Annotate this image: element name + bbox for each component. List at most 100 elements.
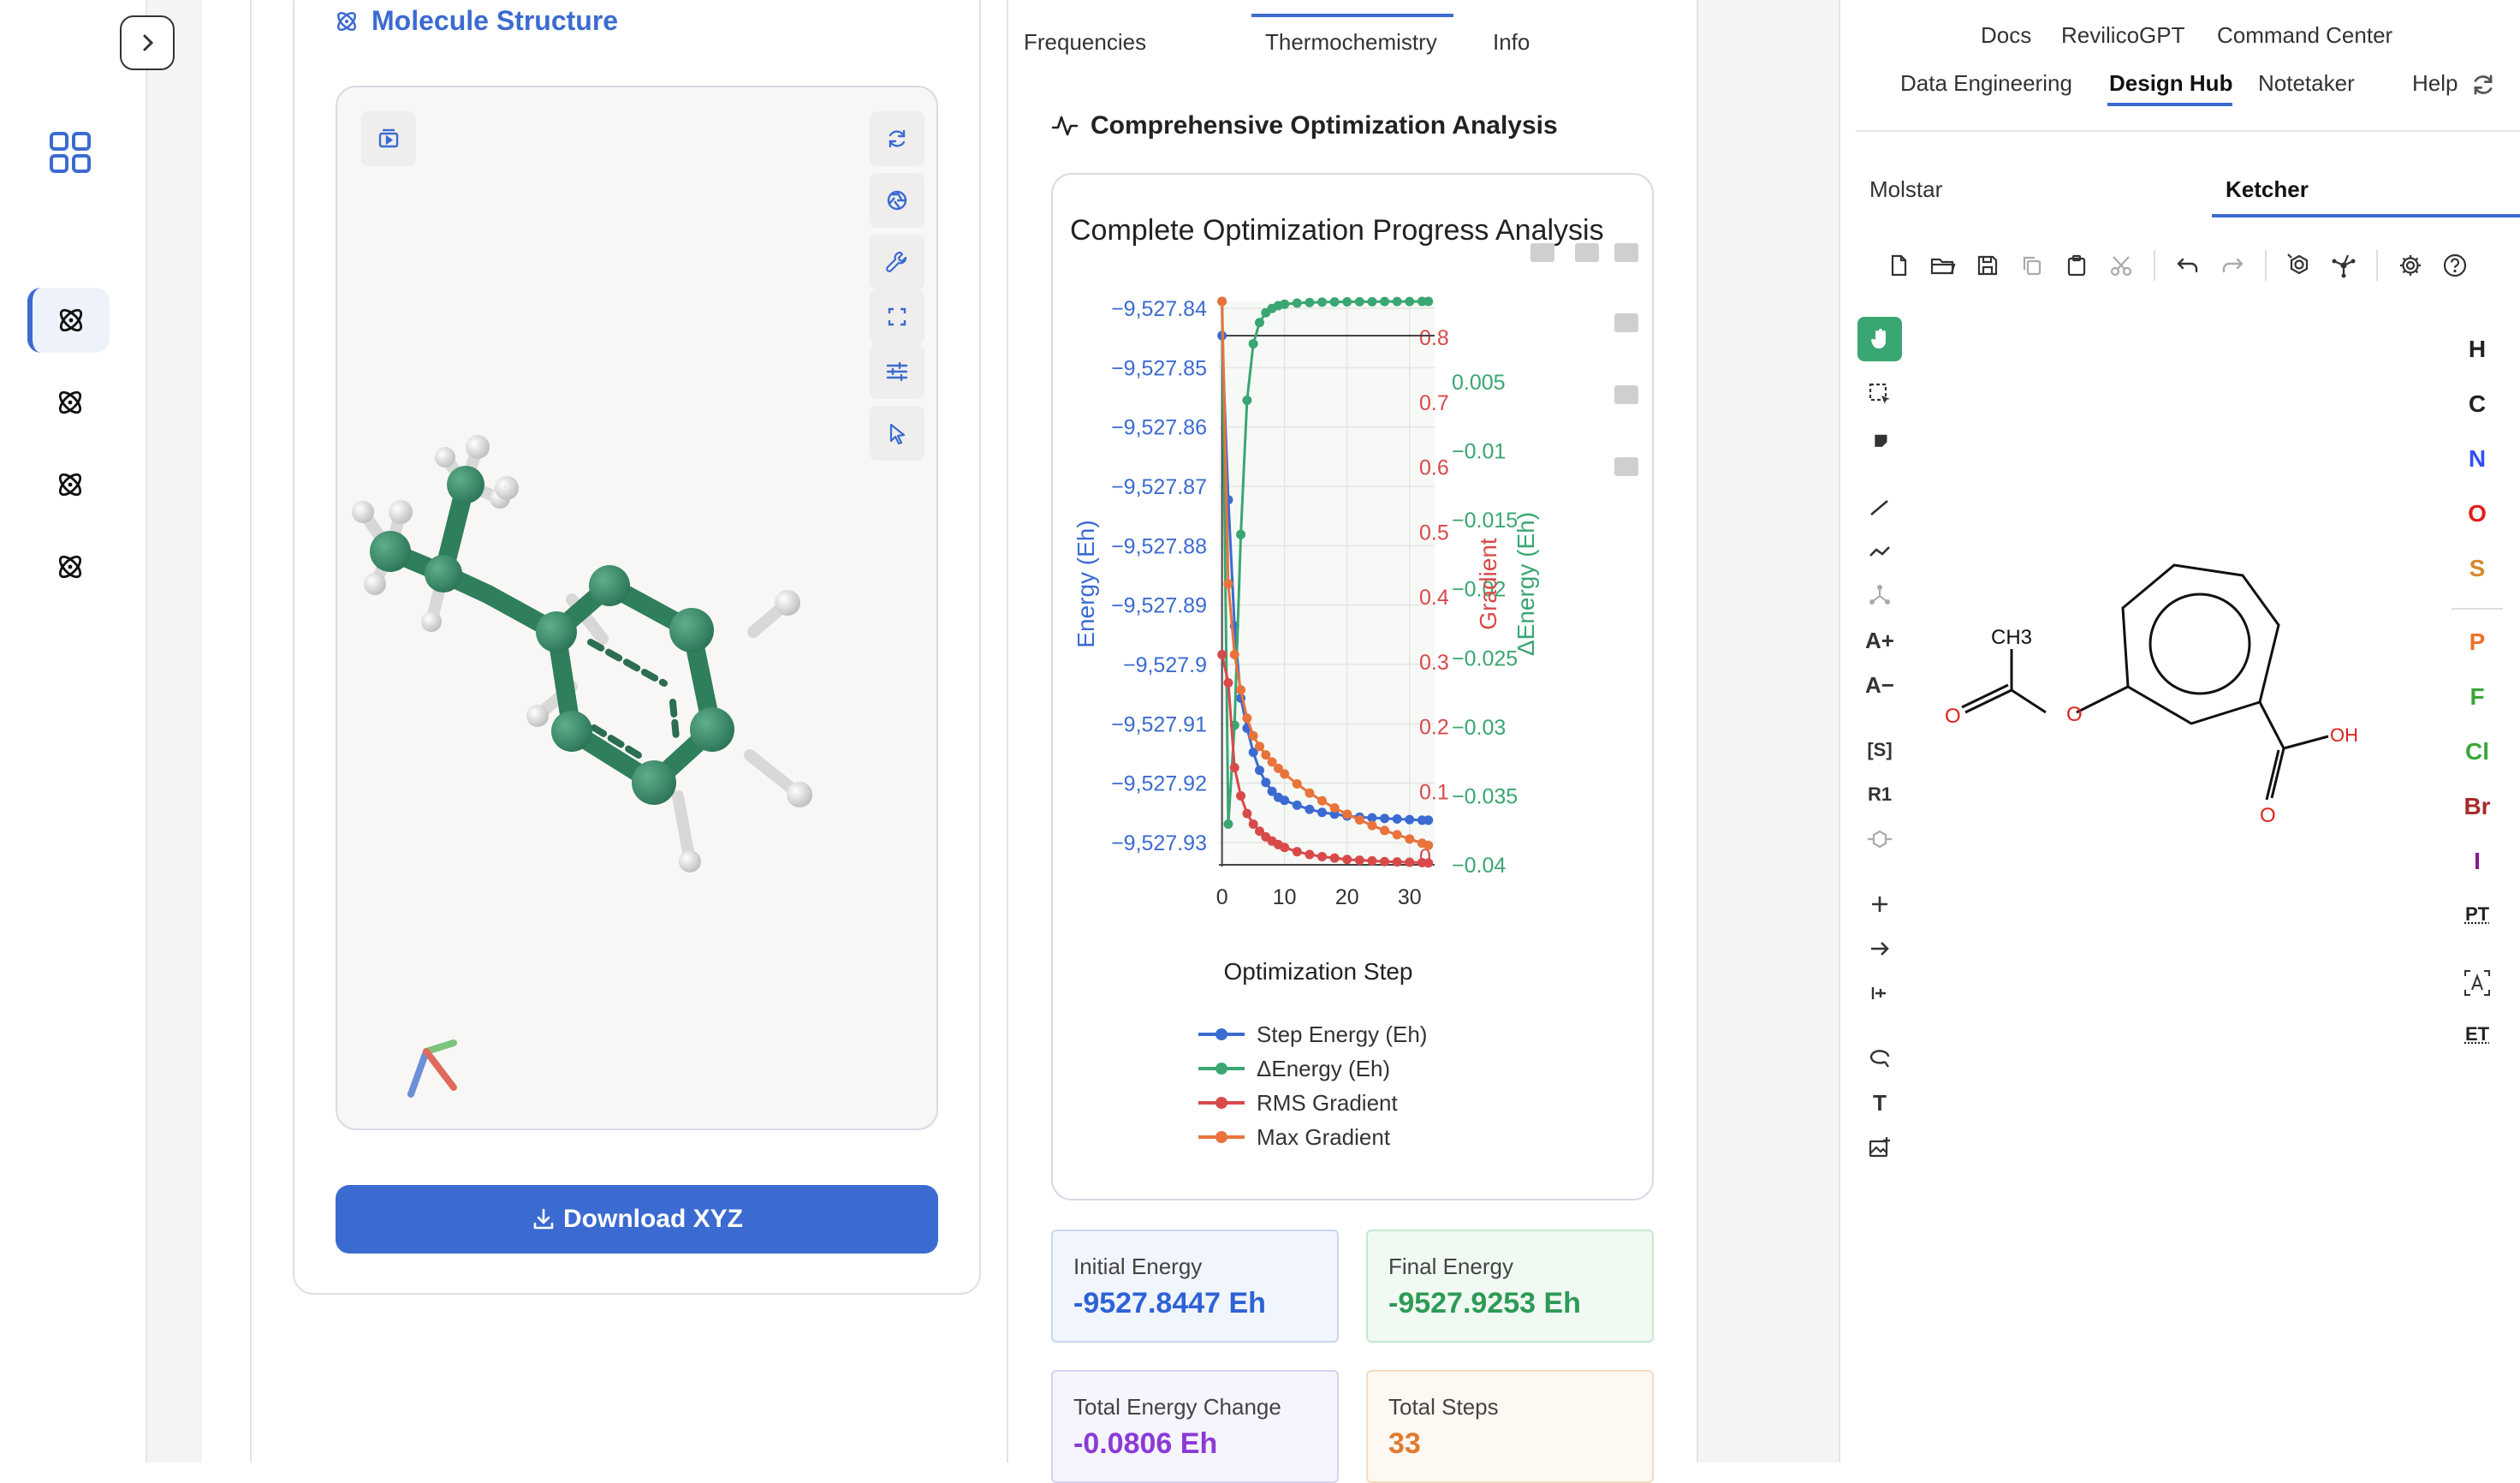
element-f-button[interactable]: F [2452,670,2503,724]
chain-tool-button[interactable] [1857,529,1902,574]
help-button[interactable] [2433,243,2477,288]
nav-notetaker[interactable]: Notetaker [2258,70,2355,97]
expand-sidebar-button[interactable] [120,15,175,70]
element-p-button[interactable]: P [2452,615,2503,670]
nav-data-engineering[interactable]: Data Engineering [1900,70,2072,97]
zoom-in-icon[interactable] [1614,243,1638,262]
atom-icon [59,308,83,332]
active-tab-indicator [1251,14,1453,17]
rail-item-molecule-3[interactable] [29,452,111,517]
download-xyz-button[interactable]: Download XYZ [336,1185,938,1254]
data-point-max-gradient [1342,809,1352,819]
image-tool-button[interactable] [1857,1125,1902,1170]
ketcher-tab-indicator [2212,214,2520,217]
camera-icon[interactable] [1530,243,1554,262]
data-point--energy-eh- [1242,396,1252,405]
legend-label-rms-gradient: RMS Gradient [1257,1090,1398,1116]
nav-command-center[interactable]: Command Center [2217,22,2392,49]
template-button[interactable] [1857,817,1902,861]
autoscale-icon[interactable] [1614,385,1638,404]
save-icon [1977,255,1998,276]
new-file-button[interactable] [1876,243,1921,288]
mapping-button[interactable] [1857,971,1902,1015]
select-tool-button[interactable] [1857,372,1902,416]
element-s-button[interactable]: S [2452,541,2503,596]
zoom-icon[interactable] [1575,243,1599,262]
rail-item-molecule-4[interactable] [29,534,111,599]
element-br-button[interactable]: Br [2452,779,2503,834]
nav-revilicogpt[interactable]: RevilicoGPT [2061,22,2184,49]
clean-up-button[interactable] [2321,243,2366,288]
data-point-step-energy-eh- [1423,815,1434,825]
data-point--energy-eh- [1292,298,1302,308]
rail-item-molecule-2[interactable] [29,370,111,435]
data-point--energy-eh- [1280,299,1290,309]
section-title-text: Comprehensive Optimization Analysis [1091,111,1558,140]
any-atom-button[interactable] [2452,957,2503,1009]
reaction-plus-button[interactable] [1857,882,1902,926]
data-point-max-gradient [1329,803,1340,813]
element-i-button[interactable]: I [2452,834,2503,889]
periodic-table-button[interactable]: PT [2452,889,2503,940]
refresh-icon [2474,74,2493,95]
data-point--energy-eh- [1423,296,1434,307]
home-icon[interactable] [1614,457,1638,476]
element-cl-button[interactable]: Cl [2452,724,2503,779]
nav-divider [1856,130,2520,132]
extended-table-button[interactable]: ET [2452,1009,2503,1060]
open-button[interactable] [1921,243,1965,288]
charge-minus-button[interactable]: A− [1857,663,1902,707]
3d-molecule-viewer[interactable] [336,86,938,1130]
tab-ketcher[interactable]: Ketcher [2226,176,2309,203]
stereo-tool-button[interactable] [1857,574,1902,618]
aromatize-button[interactable] [2277,243,2321,288]
tab-info[interactable]: Info [1493,29,1530,56]
sgroup-button[interactable]: [S] [1857,728,1902,772]
atom-label: O [1945,705,1961,728]
energy-change-card: Total Energy Change -0.0806 Eh [1051,1370,1339,1483]
element-h-button[interactable]: H [2452,322,2503,377]
data-point-max-gradient [1223,579,1233,589]
save-button[interactable] [1965,243,2010,288]
x-tick-label: 30 [1398,885,1422,909]
redo-button[interactable] [2210,243,2255,288]
shape-tool-button[interactable] [1857,1036,1902,1081]
nav-design-hub[interactable]: Design Hub [2109,70,2232,97]
y2-tick-label: 0.3 [1419,651,1449,675]
tab-frequencies[interactable]: Frequencies [1024,29,1146,56]
ketcher-left-toolbar: A+ A− [S] R1 T [1857,317,1905,1327]
atom-icon [336,11,357,31]
x-axis-title: Optimization Step [1224,958,1413,985]
reaction-arrow-button[interactable] [1857,926,1902,971]
paste-button[interactable] [2054,243,2099,288]
rail-item-molecule-1[interactable] [27,288,110,353]
tab-molstar[interactable]: Molstar [1869,176,1942,203]
erase-tool-button[interactable] [1857,416,1902,461]
data-point--energy-eh- [1342,296,1352,307]
element-c-button[interactable]: C [2452,377,2503,432]
single-bond-button[interactable] [1857,485,1902,529]
element-o-button[interactable]: O [2452,486,2503,541]
rgroup-button[interactable]: R1 [1857,772,1902,817]
tab-thermochemistry[interactable]: Thermochemistry [1265,29,1437,56]
hand-tool-button[interactable] [1857,317,1902,361]
charge-plus-button[interactable]: A+ [1857,618,1902,663]
data-point-max-gradient [1229,650,1239,659]
data-point-max-gradient [1254,742,1264,752]
ring-template-icon [1868,830,1892,849]
undo-button[interactable] [2166,243,2210,288]
nav-docs[interactable]: Docs [1981,22,2031,49]
zoom-out-icon[interactable] [1614,313,1638,332]
text-tool-button[interactable]: T [1857,1081,1902,1125]
ketcher-settings-button[interactable] [2388,243,2433,288]
data-point--energy-eh- [1405,296,1415,307]
nav-help[interactable]: Help [2412,70,2458,97]
apps-grid-button[interactable] [48,130,92,179]
refresh-button[interactable] [2469,70,2498,104]
activity-icon [1051,116,1079,136]
copy-button[interactable] [2010,243,2054,288]
cut-button[interactable] [2099,243,2143,288]
element-n-button[interactable]: N [2452,432,2503,486]
eraser-icon [1875,434,1887,447]
data-point-step-energy-eh- [1380,813,1390,824]
